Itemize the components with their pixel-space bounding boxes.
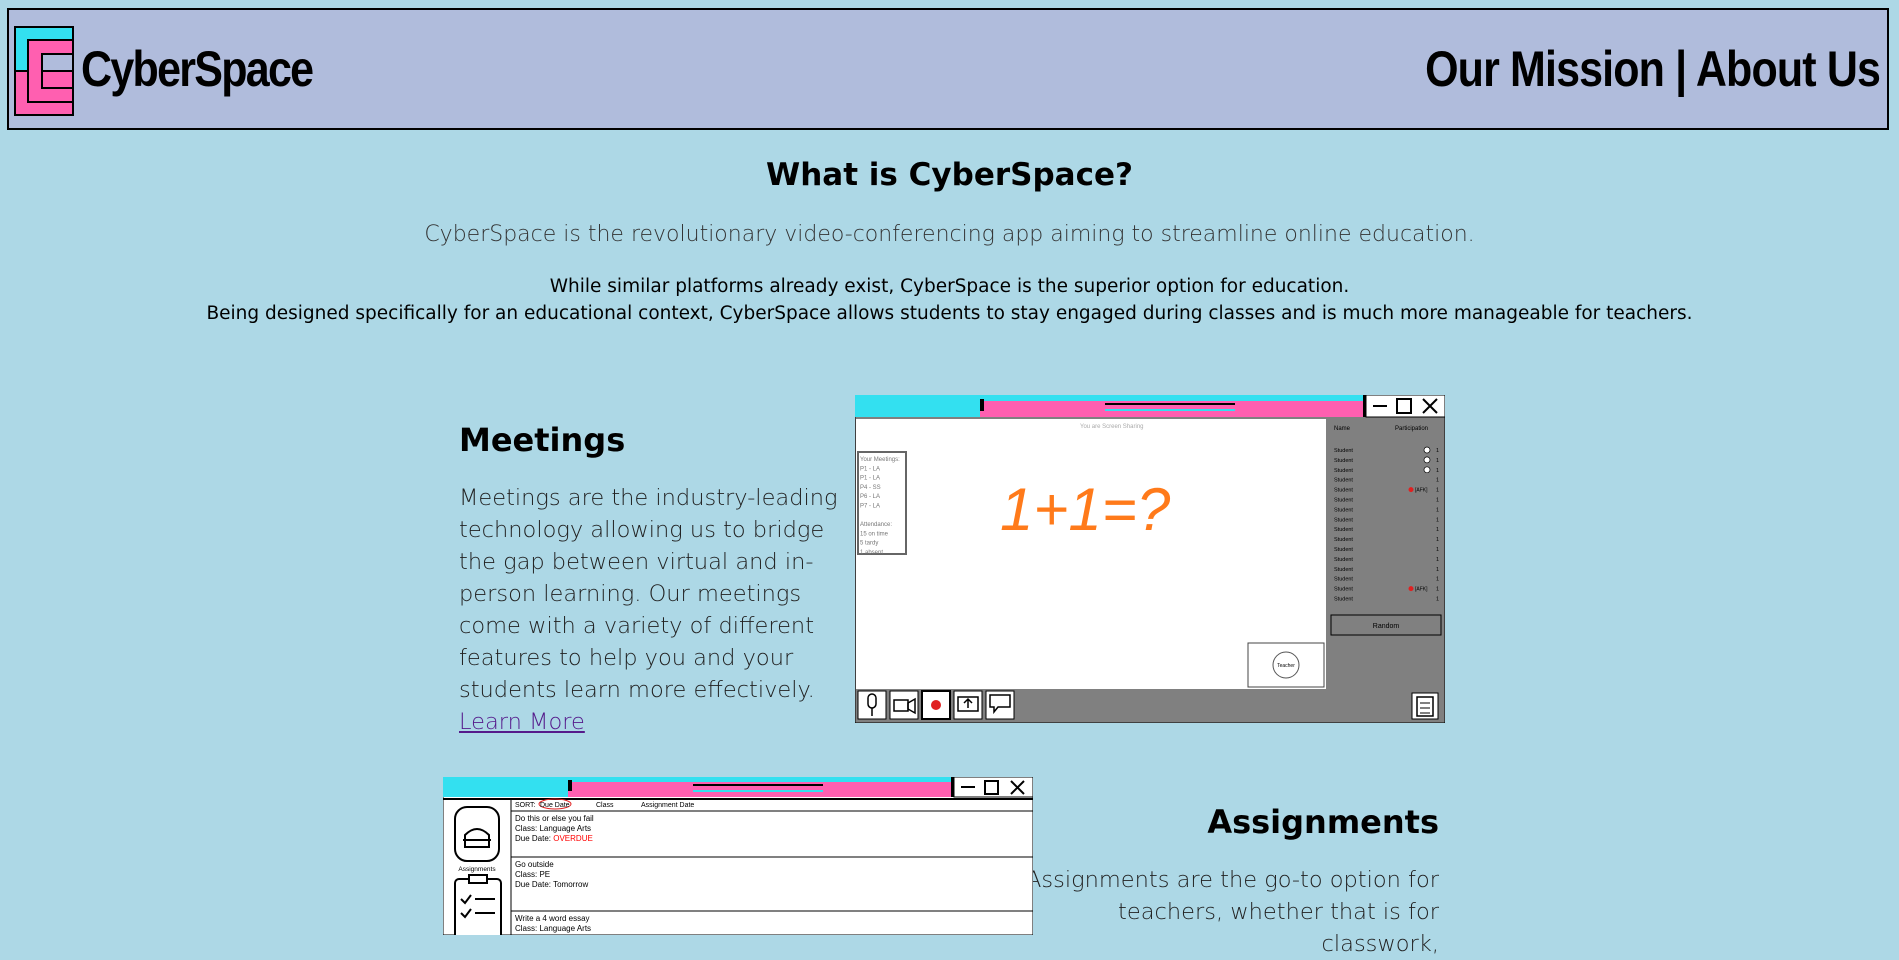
chat-icon[interactable] (985, 690, 1015, 720)
brand-name[interactable]: CyberSpace (81, 40, 314, 98)
site-header: CyberSpace Our Mission | About Us (7, 8, 1889, 130)
participation-count: 1 (1436, 448, 1439, 454)
afk-indicator-icon (1408, 586, 1414, 592)
teacher-label: Teacher (1277, 663, 1295, 669)
nav-our-mission[interactable]: Our Mission (1425, 41, 1665, 97)
sidebar-line: P6 - LA (860, 494, 880, 500)
learn-more-link[interactable]: Learn More (459, 709, 585, 735)
assignment-due: Due Date: OVERDUE (515, 834, 593, 843)
meetings-screenshot: You are Screen Sharing Your Meetings: P1 … (855, 395, 1445, 723)
random-button[interactable]: Random (1373, 623, 1400, 630)
share-screen-icon[interactable] (953, 690, 983, 720)
student-name: Student (1334, 478, 1353, 484)
student-name: Student (1334, 448, 1353, 454)
assignments-description: Assignments are the go-to option for tea… (1026, 867, 1439, 957)
sort-label: SORT: (515, 802, 536, 809)
student-name: Student (1334, 597, 1353, 603)
participation-count: 1 (1436, 557, 1439, 563)
participation-count: 1 (1436, 488, 1439, 494)
camera-icon[interactable] (889, 690, 919, 720)
backpack-icon[interactable] (454, 806, 500, 862)
top-nav: Our Mission | About Us (1425, 40, 1881, 98)
participation-count: 1 (1436, 577, 1439, 583)
student-name: Student (1334, 567, 1353, 573)
participation-count: 1 (1436, 458, 1439, 464)
sidebar-line: P4 - SS (860, 485, 881, 491)
hand-raised-icon (1423, 466, 1431, 474)
student-name: Student (1334, 547, 1353, 553)
participation-count: 1 (1436, 597, 1439, 603)
afk-indicator-icon (1408, 487, 1414, 493)
nav-about-us[interactable]: About Us (1696, 41, 1881, 97)
assignment-due: Due Date: Tomorrow (515, 880, 588, 889)
participation-count: 1 (1436, 507, 1439, 513)
afk-label: [AFK] (1415, 587, 1428, 593)
attendance-clipboard-icon[interactable] (1411, 692, 1439, 720)
student-name: Student (1334, 557, 1353, 563)
participation-count: 1 (1436, 567, 1439, 573)
assignments-screenshot: Assignments SORT: Due Date Class Assignm… (443, 777, 1033, 935)
student-name: Student (1334, 577, 1353, 583)
sidebar-line: P1 - LA (860, 476, 880, 482)
student-name: Student (1334, 527, 1353, 533)
sort-option-class[interactable]: Class (596, 802, 614, 809)
participation-count: 1 (1436, 517, 1439, 523)
clipboard-checklist-icon[interactable] (454, 874, 502, 935)
student-name: Student (1334, 458, 1353, 464)
student-name: Student (1334, 537, 1353, 543)
participation-count: 1 (1436, 468, 1439, 474)
cyberspace-logo-icon[interactable] (14, 26, 74, 116)
microphone-icon[interactable] (857, 690, 887, 720)
student-name: Student (1334, 587, 1353, 593)
sidebar-line: P1 - LA (860, 466, 880, 472)
assignment-class: Class: Language Arts (515, 924, 591, 933)
hero-subtitle: CyberSpace is the revolutionary video-co… (424, 222, 1475, 247)
sidebar-line: Attendance: (860, 522, 892, 528)
panel-name-header: Name (1334, 426, 1351, 432)
hero-line-2: Being designed specifically for an educa… (206, 303, 1693, 324)
assignment-name: Write a 4 word essay (515, 914, 590, 923)
sidebar-line: P7 - LA (860, 504, 880, 510)
participation-count: 1 (1436, 527, 1439, 533)
whiteboard-text: 1+1=? (1000, 476, 1171, 543)
student-name: Student (1334, 507, 1353, 513)
sidebar-line: Your Meetings: (860, 457, 900, 463)
participation-count: 1 (1436, 587, 1439, 593)
screen-share-banner: You are Screen Sharing (1080, 424, 1144, 430)
participation-count: 1 (1436, 478, 1439, 484)
record-icon[interactable] (921, 690, 951, 720)
panel-participation-header: Participation (1395, 426, 1428, 432)
hero-line-1: While similar platforms already exist, C… (549, 276, 1350, 297)
assignment-class: Class: Language Arts (515, 824, 591, 833)
afk-label: [AFK] (1415, 488, 1428, 494)
sort-option-due-date[interactable]: Due Date (540, 802, 570, 809)
sort-option-assignment-date[interactable]: Assignment Date (641, 802, 694, 809)
assignments-title: Assignments (1207, 803, 1439, 841)
student-name: Student (1334, 498, 1353, 504)
student-name: Student (1334, 488, 1353, 494)
assignment-class: Class: PE (515, 870, 550, 879)
meetings-description: Meetings are the industry-leading techno… (459, 482, 851, 738)
meetings-body-text: Meetings are the industry-leading techno… (459, 485, 838, 703)
assignment-name: Do this or else you fail (515, 814, 594, 823)
student-name: Student (1334, 468, 1353, 474)
sidebar-line: 1 absent (860, 550, 883, 556)
hand-raised-icon (1423, 446, 1431, 454)
sidebar-line: 15 on time (860, 531, 889, 537)
page-title: What is CyberSpace? (766, 157, 1133, 193)
hand-raised-icon (1423, 456, 1431, 464)
assignment-name: Go outside (515, 860, 554, 869)
hero-description: While similar platforms already exist, C… (0, 273, 1899, 327)
nav-separator: | (1675, 41, 1687, 97)
side-nav-assignments-label: Assignments (458, 866, 496, 873)
student-name: Student (1334, 517, 1353, 523)
participation-count: 1 (1436, 498, 1439, 504)
meetings-title: Meetings (459, 421, 626, 459)
participation-count: 1 (1436, 537, 1439, 543)
participation-count: 1 (1436, 547, 1439, 553)
sidebar-line: 5 tardy (860, 541, 878, 547)
